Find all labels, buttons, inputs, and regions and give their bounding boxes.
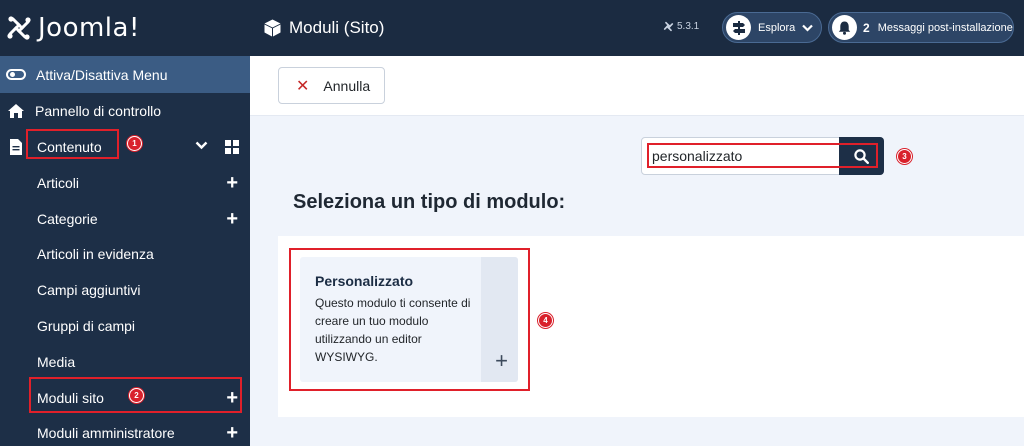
sidebar-item-dashboard[interactable]: Pannello di controllo xyxy=(0,93,250,129)
close-icon: ✕ xyxy=(296,77,310,95)
sidebar-item-media[interactable]: Media xyxy=(0,344,250,380)
messages-count: 2 xyxy=(863,20,870,35)
sidebar-item-label: Articoli xyxy=(37,174,80,191)
messages-label: Messaggi post-installazione xyxy=(877,21,1013,34)
sidebar-item-label: Gruppi di campi xyxy=(37,318,136,335)
sidebar-item-articles[interactable]: Articoli + xyxy=(0,165,250,201)
page-title: Moduli (Sito) xyxy=(264,18,384,38)
sidebar-item-label: Media xyxy=(37,353,76,370)
toggle-menu-label: Attiva/Disattiva Menu xyxy=(36,66,168,83)
explore-label: Esplora xyxy=(758,21,796,34)
sidebar-item-label: Categorie xyxy=(37,210,98,227)
annotation-box-card xyxy=(289,248,530,391)
version-text: 5.3.1 xyxy=(677,21,700,32)
add-article-icon[interactable]: + xyxy=(226,173,238,193)
sidebar-item-label: Pannello di controllo xyxy=(35,103,162,119)
annotation-badge: 2 xyxy=(129,388,144,403)
add-admin-module-icon[interactable]: + xyxy=(226,423,238,443)
annotation-badge: 1 xyxy=(127,136,142,151)
sidebar-item-categories[interactable]: Categorie + xyxy=(0,201,250,237)
toggle-icon xyxy=(6,69,26,80)
sidebar-item-admin-modules[interactable]: Moduli amministratore + xyxy=(0,416,250,446)
chevron-down-icon[interactable] xyxy=(195,141,208,150)
explore-button[interactable]: Esplora xyxy=(722,12,822,43)
joomla-small-icon xyxy=(663,21,674,32)
dashboard-grid-icon[interactable] xyxy=(225,140,239,154)
post-install-messages-button[interactable]: 2 Messaggi post-installazione xyxy=(828,12,1014,43)
section-title: Seleziona un tipo di modulo: xyxy=(293,191,566,213)
cube-icon xyxy=(264,19,281,37)
sidebar-item-featured[interactable]: Articoli in evidenza xyxy=(0,237,250,273)
joomla-logo[interactable]: Joomla! xyxy=(0,0,250,56)
version-info[interactable]: 5.3.1 xyxy=(663,21,699,32)
sidebar-item-fields[interactable]: Campi aggiuntivi xyxy=(0,272,250,308)
sidebar-item-field-groups[interactable]: Gruppi di campi xyxy=(0,308,250,344)
toggle-menu-button[interactable]: Attiva/Disattiva Menu xyxy=(0,56,250,93)
annotation-box-content xyxy=(26,129,119,159)
sidebar-item-label: Articoli in evidenza xyxy=(37,246,154,263)
signpost-icon xyxy=(726,15,751,40)
toolbar: ✕ Annulla xyxy=(250,56,1024,116)
annotation-badge: 3 xyxy=(897,149,912,164)
annotation-badge: 4 xyxy=(538,313,553,328)
add-category-icon[interactable]: + xyxy=(226,209,238,229)
joomla-logo-icon xyxy=(7,16,31,40)
home-icon xyxy=(6,103,26,119)
cancel-button[interactable]: ✕ Annulla xyxy=(278,67,385,104)
sidebar-item-label: Moduli amministratore xyxy=(37,425,175,442)
bell-icon xyxy=(832,15,857,40)
annotation-box-search xyxy=(647,143,878,168)
file-icon xyxy=(6,139,26,155)
sidebar-item-label: Campi aggiuntivi xyxy=(37,282,141,299)
top-header: Moduli (Sito) 5.3.1 Esplora 2 Messaggi p… xyxy=(250,0,1024,56)
brand-name: Joomla! xyxy=(38,13,140,43)
cancel-label: Annulla xyxy=(323,77,371,94)
chevron-down-icon xyxy=(802,24,814,32)
page-title-text: Moduli (Sito) xyxy=(289,18,385,37)
